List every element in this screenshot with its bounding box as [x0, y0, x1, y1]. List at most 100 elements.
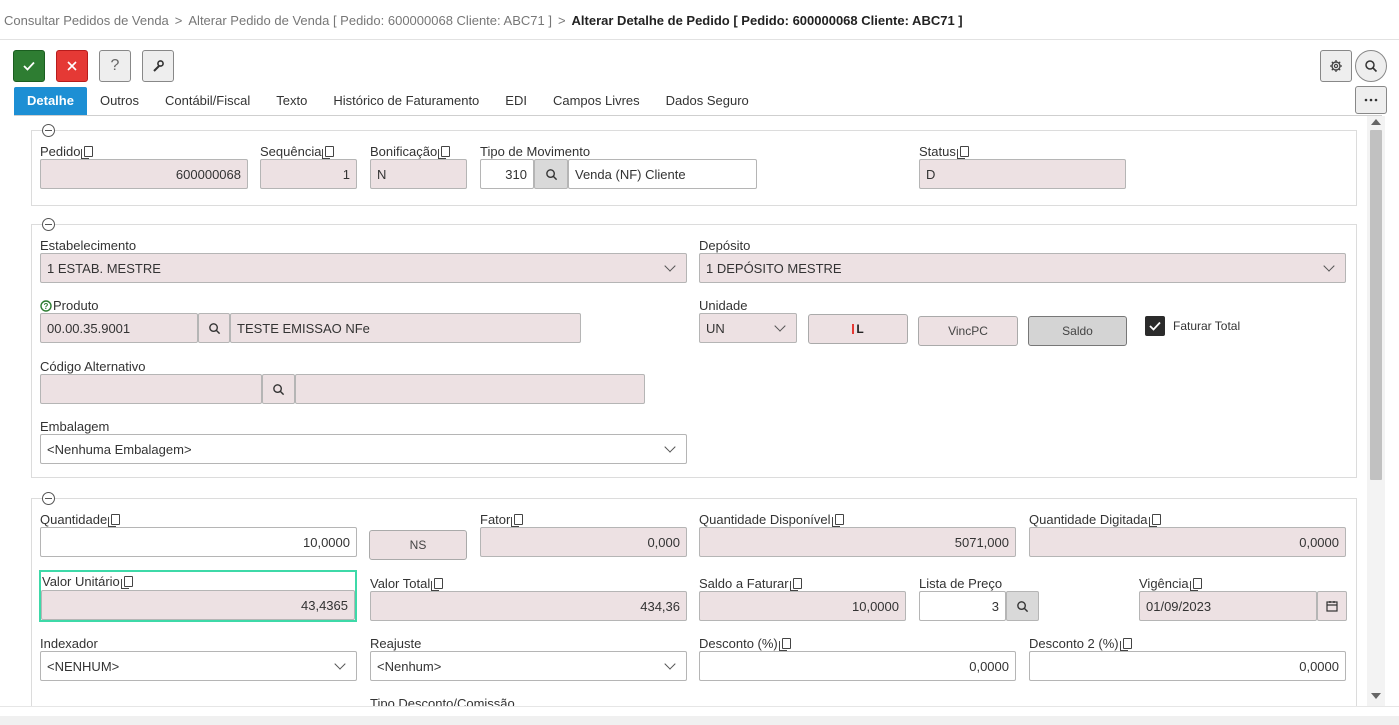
status-label: Status: [919, 144, 969, 159]
scroll-up-arrow-icon[interactable]: [1371, 119, 1381, 125]
tab-edi[interactable]: EDI: [492, 87, 540, 115]
tab-texto[interactable]: Texto: [263, 87, 320, 115]
horizontal-scrollbar[interactable]: [0, 716, 1399, 725]
status-label-text: Status: [919, 144, 956, 159]
indexador-value: <NENHUM>: [47, 658, 120, 674]
tab-detalhe[interactable]: Detalhe: [14, 87, 87, 115]
calendar-button[interactable]: [1317, 591, 1347, 621]
ns-button[interactable]: NS: [369, 530, 467, 560]
vigencia-label-text: Vigência: [1139, 576, 1189, 591]
help-circle-icon[interactable]: ?: [40, 299, 52, 312]
cancel-button[interactable]: [56, 50, 88, 82]
vigencia-label: Vigência: [1139, 576, 1202, 591]
tab-dados-seguro[interactable]: Dados Seguro: [653, 87, 762, 115]
tools-button[interactable]: [142, 50, 174, 82]
breadcrumb-separator: >: [557, 13, 566, 28]
bonificacao-field: N: [370, 159, 467, 189]
deposito-select[interactable]: 1 DEPÓSITO MESTRE: [699, 253, 1346, 283]
lista-preco-label: Lista de Preço: [919, 576, 1003, 591]
embalagem-select[interactable]: <Nenhuma Embalagem>: [40, 434, 687, 464]
produto-search-button[interactable]: [198, 313, 230, 343]
copy-icon[interactable]: [120, 576, 133, 589]
bonificacao-label-text: Bonificação: [370, 144, 438, 159]
copy-icon[interactable]: [789, 578, 802, 591]
chevron-down-icon: [664, 441, 676, 453]
copy-icon[interactable]: [511, 514, 524, 527]
more-options-button[interactable]: [1355, 86, 1387, 114]
collapse-icon[interactable]: [42, 492, 55, 505]
unidade-select[interactable]: UN: [699, 313, 797, 343]
indexador-label: Indexador: [40, 636, 98, 651]
valor-total-label: Valor Total: [370, 576, 444, 591]
collapse-icon[interactable]: [42, 218, 55, 231]
faturar-total-checkbox[interactable]: [1145, 316, 1165, 336]
desconto2-input[interactable]: 0,0000: [1029, 651, 1346, 681]
valor-unitario-label-text: Valor Unitário: [42, 574, 120, 589]
desconto2-label-text: Desconto 2 (%): [1029, 636, 1119, 651]
copy-icon[interactable]: [438, 146, 451, 159]
estabelecimento-select[interactable]: 1 ESTAB. MESTRE: [40, 253, 687, 283]
desconto-label: Desconto (%): [699, 636, 791, 651]
search-button[interactable]: [1355, 50, 1387, 82]
quantidade-digitada-field: 0,0000: [1029, 527, 1346, 557]
tab-campos-livres[interactable]: Campos Livres: [540, 87, 653, 115]
page: Consultar Pedidos de Venda > Alterar Ped…: [0, 0, 1399, 725]
lote-button[interactable]: L: [808, 314, 908, 344]
saldo-faturar-label: Saldo a Faturar: [699, 576, 802, 591]
copy-icon[interactable]: [831, 514, 844, 527]
quantidade-input[interactable]: 10,0000: [40, 527, 357, 557]
produto-desc-field: TESTE EMISSAO NFe: [230, 313, 581, 343]
saldo-button[interactable]: Saldo: [1028, 316, 1127, 346]
indexador-select[interactable]: <NENHUM>: [40, 651, 357, 681]
scroll-down-arrow-icon[interactable]: [1371, 693, 1381, 699]
copy-icon[interactable]: [322, 146, 335, 159]
fator-label-text: Fator: [480, 512, 511, 527]
faturar-total-label: Faturar Total: [1173, 319, 1241, 333]
codigo-alternativo-search-button[interactable]: [262, 374, 295, 404]
settings-button[interactable]: [1320, 50, 1352, 82]
quantidade-disponivel-label: Quantidade Disponível: [699, 512, 844, 527]
tipo-movimento-code-input[interactable]: 310: [480, 159, 534, 189]
collapse-icon[interactable]: [42, 124, 55, 137]
valor-unitario-input[interactable]: 43,4365: [41, 590, 355, 620]
tab-historico-faturamento[interactable]: Histórico de Faturamento: [320, 87, 492, 115]
clip-area: Tipo Desconto/Comissão: [0, 693, 1366, 706]
copy-icon[interactable]: [81, 146, 94, 159]
quantidade-disponivel-field: 5071,000: [699, 527, 1016, 557]
unidade-label: Unidade: [699, 298, 748, 313]
tab-bar: Detalhe Outros Contábil/Fiscal Texto His…: [14, 87, 762, 115]
saldo-faturar-label-text: Saldo a Faturar: [699, 576, 789, 591]
lista-preco-search-button[interactable]: [1006, 591, 1039, 621]
codigo-alternativo-label: Código Alternativo: [40, 359, 146, 374]
close-icon: [67, 61, 77, 71]
scrollbar-thumb[interactable]: [1370, 130, 1382, 480]
copy-icon[interactable]: [1148, 514, 1161, 527]
vincpc-button[interactable]: VincPC: [918, 316, 1018, 346]
reajuste-select[interactable]: <Nenhum>: [370, 651, 687, 681]
calendar-icon: [1326, 601, 1338, 612]
desconto-input[interactable]: 0,0000: [699, 651, 1016, 681]
vigencia-field: 01/09/2023: [1139, 591, 1317, 621]
breadcrumb-link-consultar[interactable]: Consultar Pedidos de Venda: [4, 13, 169, 28]
produto-label: ? Produto: [40, 298, 99, 313]
copy-icon[interactable]: [956, 146, 969, 159]
help-button[interactable]: ?: [99, 50, 131, 82]
copy-icon[interactable]: [1189, 578, 1202, 591]
wrench-icon: [153, 60, 164, 72]
breadcrumb-link-alterar-pedido[interactable]: Alterar Pedido de Venda [ Pedido: 600000…: [188, 13, 552, 28]
chevron-down-icon: [774, 320, 786, 332]
sequencia-field: 1: [260, 159, 357, 189]
copy-icon[interactable]: [1119, 638, 1132, 651]
sequencia-label-text: Sequência: [260, 144, 322, 159]
lista-preco-input[interactable]: 3: [919, 591, 1006, 621]
copy-icon[interactable]: [778, 638, 791, 651]
estabelecimento-label: Estabelecimento: [40, 238, 137, 253]
tab-contabil-fiscal[interactable]: Contábil/Fiscal: [152, 87, 263, 115]
tab-outros[interactable]: Outros: [87, 87, 152, 115]
tipo-movimento-search-button[interactable]: [534, 159, 568, 189]
copy-icon[interactable]: [431, 578, 444, 591]
confirm-button[interactable]: [13, 50, 45, 82]
pedido-label: Pedido: [40, 144, 94, 159]
copy-icon[interactable]: [108, 514, 121, 527]
breadcrumb-separator: >: [174, 13, 183, 28]
